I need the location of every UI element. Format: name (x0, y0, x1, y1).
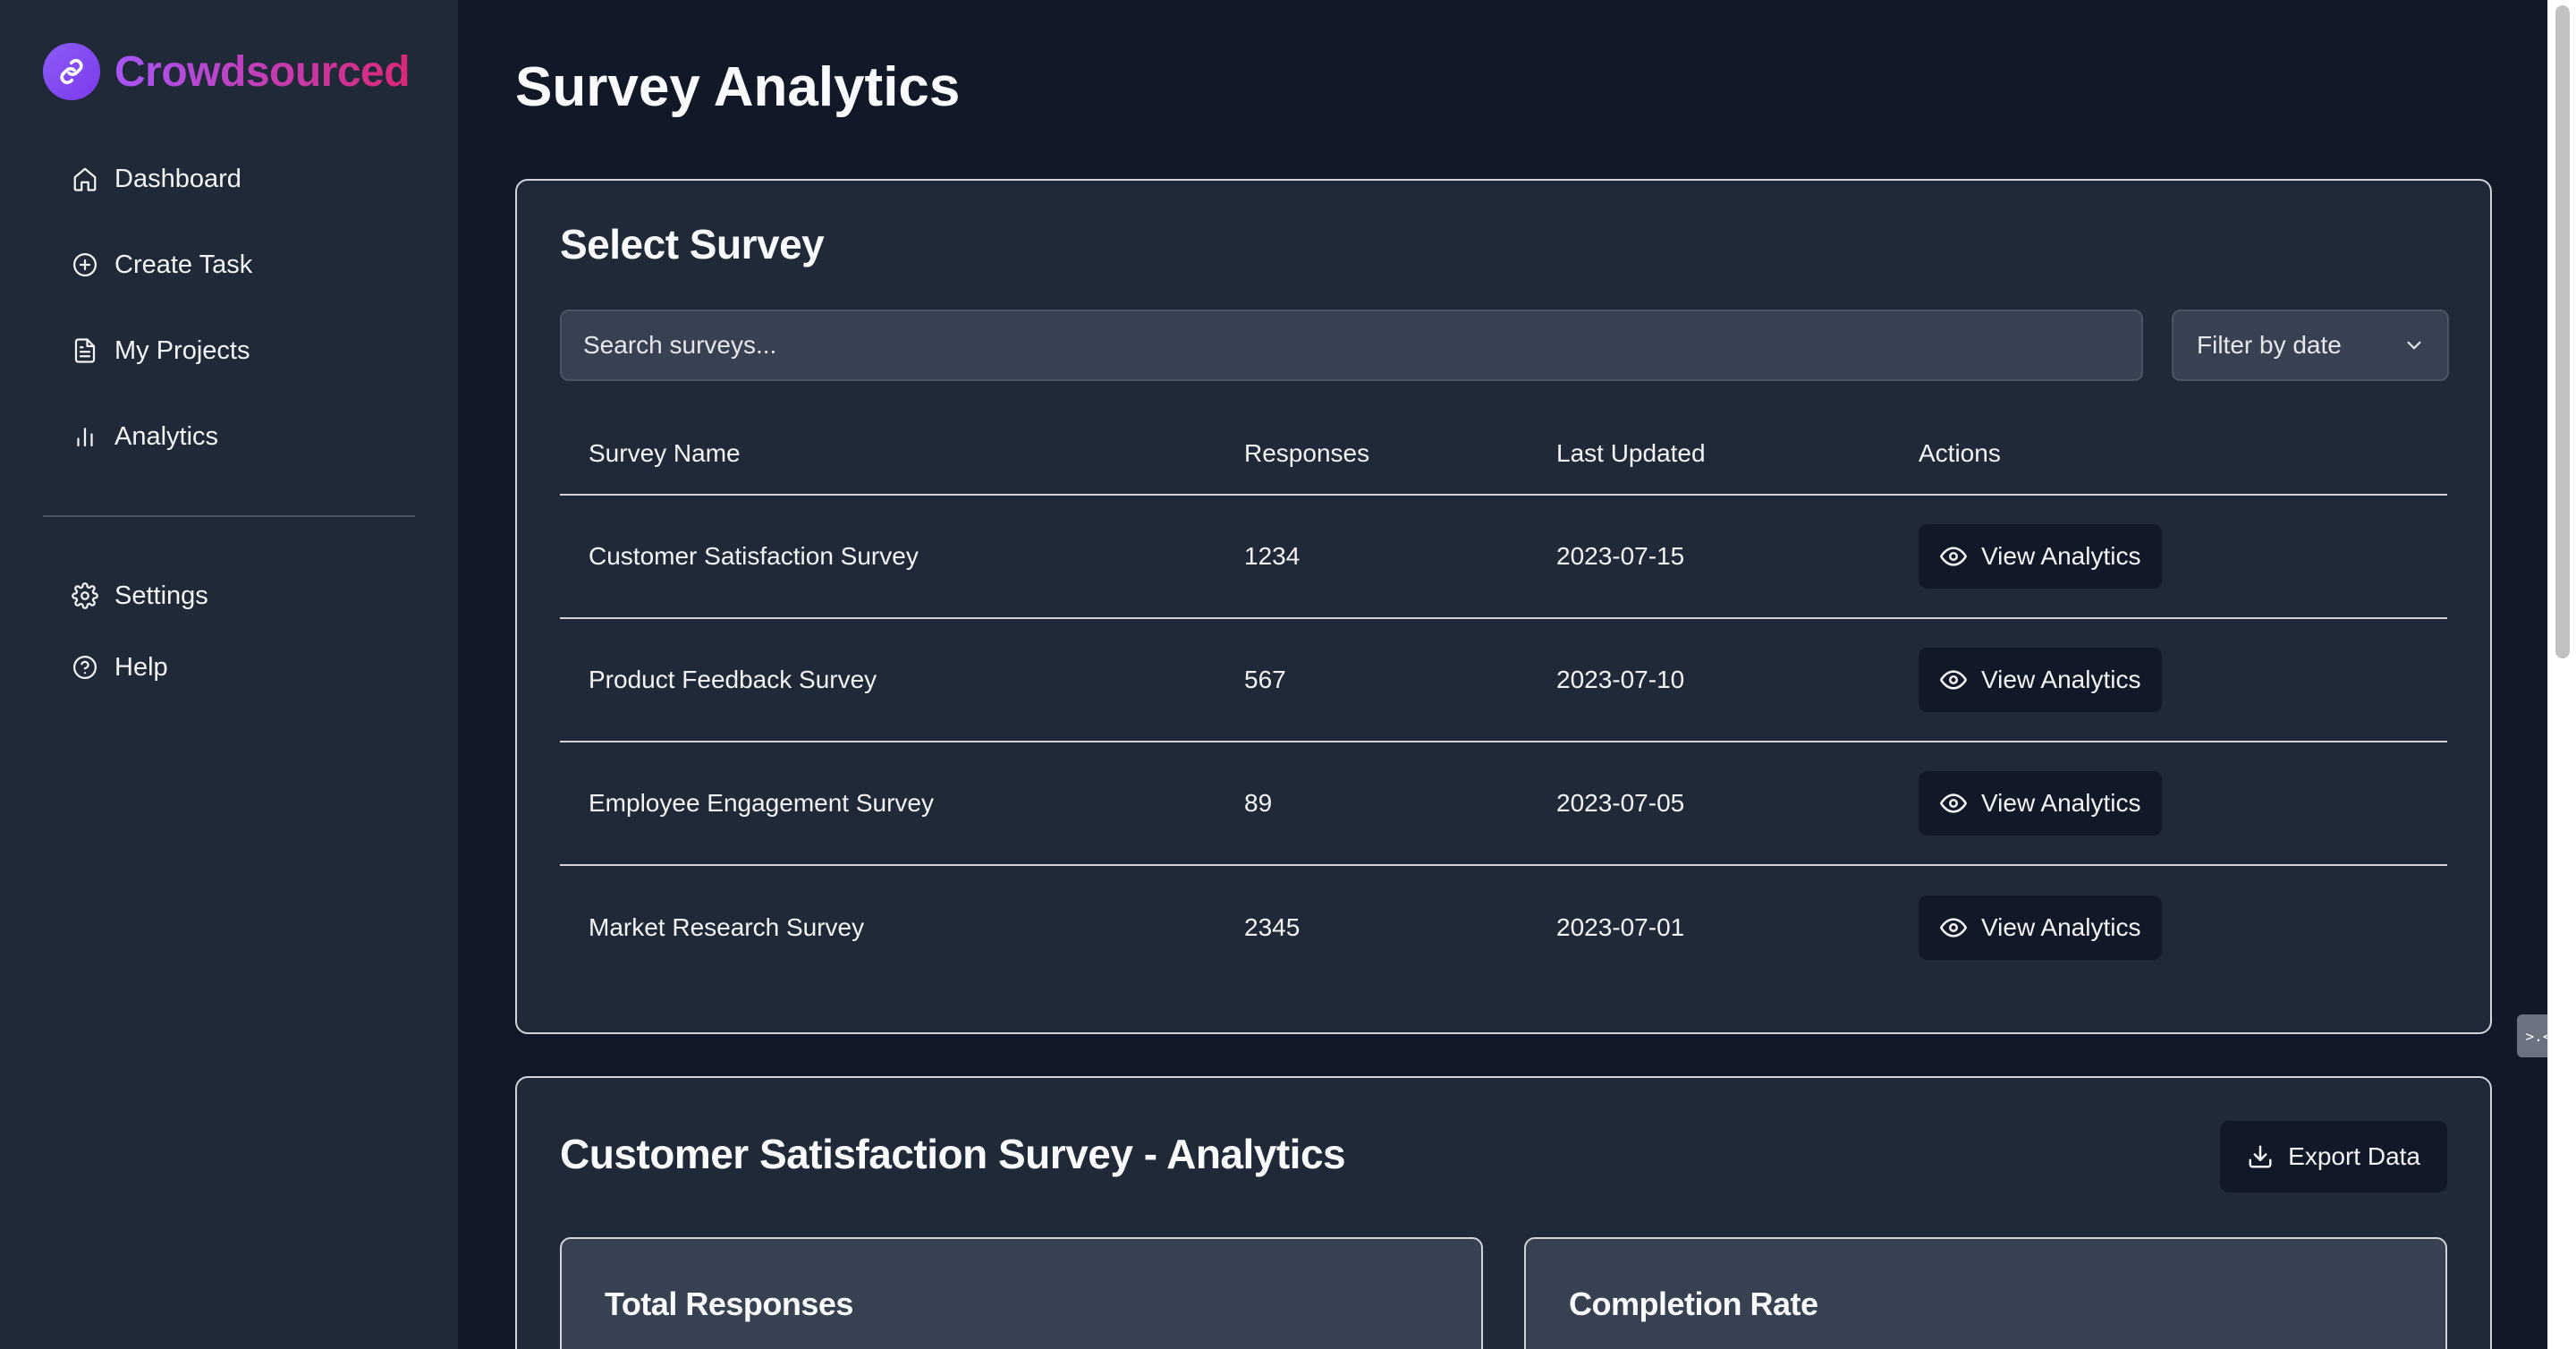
select-survey-title: Select Survey (560, 221, 825, 267)
survey-updated: 2023-07-10 (1556, 666, 1685, 693)
export-data-button[interactable]: Export Data (2220, 1121, 2447, 1192)
table-header: Survey Name Responses Last Updated Actio… (560, 413, 2447, 496)
table-row: Product Feedback Survey 567 2023-07-10 V… (560, 619, 2447, 742)
brand-logo[interactable]: Crowdsourced (43, 43, 411, 100)
home-icon (73, 167, 97, 191)
sidebar-item-analytics[interactable]: Analytics (43, 410, 415, 463)
survey-responses: 1234 (1244, 542, 1301, 570)
sidebar-secondary-nav: Settings Help (43, 569, 415, 712)
main-content: Survey Analytics Select Survey Filter by… (458, 0, 2547, 1349)
sidebar-item-dashboard[interactable]: Dashboard (43, 152, 415, 206)
stat-card-completion-rate: Completion Rate (1524, 1237, 2447, 1349)
page-title: Survey Analytics (515, 56, 961, 118)
search-input[interactable] (560, 310, 2143, 381)
download-icon (2249, 1145, 2272, 1168)
sidebar-item-label: Settings (114, 581, 208, 610)
survey-responses: 2345 (1244, 913, 1301, 941)
export-data-label: Export Data (2288, 1142, 2420, 1170)
column-header: Responses (1244, 439, 1370, 467)
view-analytics-button[interactable]: View Analytics (1919, 895, 2163, 960)
sidebar-nav: Dashboard Create Task My Projects Analyt… (43, 152, 415, 496)
column-header: Last Updated (1556, 439, 1706, 467)
table-row: Customer Satisfaction Survey 1234 2023-0… (560, 496, 2447, 619)
survey-name: Market Research Survey (589, 913, 865, 941)
link-icon (43, 43, 100, 100)
stat-card-total-responses: Total Responses (560, 1237, 1483, 1349)
survey-name: Customer Satisfaction Survey (589, 542, 919, 570)
view-analytics-button[interactable]: View Analytics (1919, 524, 2163, 589)
sidebar-item-my-projects[interactable]: My Projects (43, 324, 415, 378)
sidebar-divider (43, 515, 415, 517)
survey-updated: 2023-07-05 (1556, 789, 1685, 817)
column-header: Actions (1919, 439, 2001, 467)
sidebar-item-label: Analytics (114, 421, 219, 451)
column-header: Survey Name (589, 439, 741, 467)
survey-updated: 2023-07-15 (1556, 542, 1685, 570)
sidebar-item-label: Help (114, 652, 168, 682)
brand-name: Crowdsourced (114, 47, 411, 96)
eye-icon (1940, 918, 1967, 938)
surveys-table: Survey Name Responses Last Updated Actio… (560, 413, 2447, 989)
survey-responses: 567 (1244, 666, 1286, 693)
document-icon (74, 338, 96, 363)
view-analytics-button[interactable]: View Analytics (1919, 648, 2163, 712)
view-analytics-label: View Analytics (1981, 666, 2141, 693)
stat-title: Completion Rate (1569, 1285, 1818, 1322)
survey-updated: 2023-07-01 (1556, 913, 1685, 941)
plus-circle-icon (73, 253, 97, 276)
view-analytics-label: View Analytics (1981, 789, 2141, 817)
eye-icon (1940, 547, 1967, 566)
table-row: Market Research Survey 2345 2023-07-01 V… (560, 866, 2447, 989)
survey-name: Product Feedback Survey (589, 666, 877, 693)
gear-icon (72, 582, 98, 609)
survey-name: Employee Engagement Survey (589, 789, 934, 817)
sidebar-item-help[interactable]: Help (43, 641, 415, 694)
page-scrollbar[interactable] (2547, 0, 2576, 1349)
sidebar-item-create-task[interactable]: Create Task (43, 238, 415, 292)
sidebar-item-label: Dashboard (114, 164, 242, 193)
view-analytics-label: View Analytics (1981, 542, 2141, 570)
survey-responses: 89 (1244, 789, 1273, 817)
analytics-title: Customer Satisfaction Survey - Analytics (560, 1131, 1346, 1177)
sidebar-item-settings[interactable]: Settings (43, 569, 415, 623)
survey-analytics-card: Customer Satisfaction Survey - Analytics… (515, 1076, 2492, 1349)
bar-chart-icon (77, 428, 93, 447)
date-filter-select[interactable]: Filter by date (2172, 310, 2449, 381)
eye-icon (1940, 793, 1967, 813)
stat-title: Total Responses (605, 1285, 853, 1322)
sidebar-item-label: My Projects (114, 335, 250, 365)
view-analytics-label: View Analytics (1981, 913, 2141, 941)
date-filter-value: Filter by date (2197, 331, 2342, 359)
table-row: Employee Engagement Survey 89 2023-07-05… (560, 742, 2447, 866)
eye-icon (1940, 670, 1967, 690)
sidebar-item-label: Create Task (114, 250, 253, 279)
help-circle-icon (73, 656, 97, 679)
view-analytics-button[interactable]: View Analytics (1919, 771, 2163, 836)
scrollbar-thumb[interactable] (2555, 5, 2570, 658)
chevron-down-icon (2407, 341, 2421, 350)
sidebar: Crowdsourced Dashboard Create Task My Pr… (0, 0, 458, 1349)
select-survey-card: Select Survey Filter by date Survey Name… (515, 179, 2492, 1034)
